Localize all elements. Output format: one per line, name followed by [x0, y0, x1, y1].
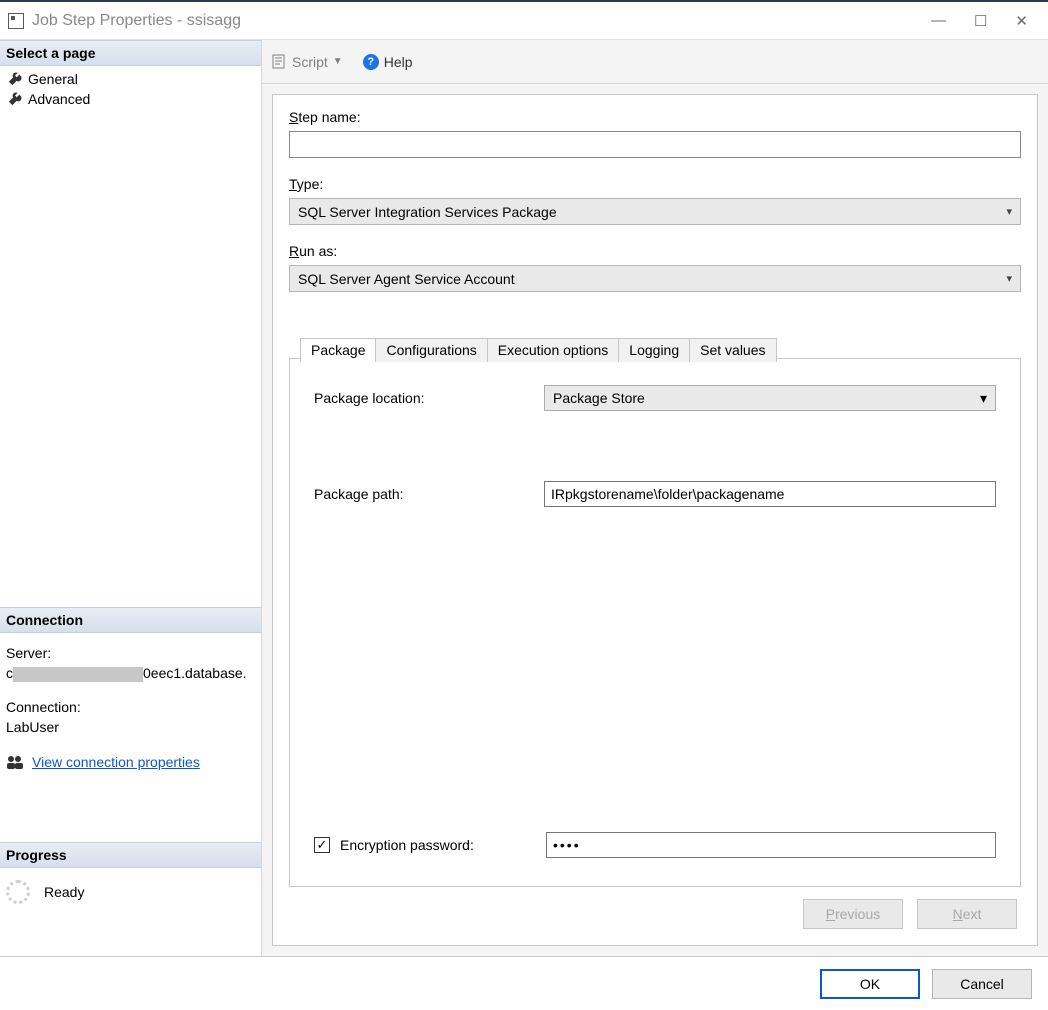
package-path-label: Package path: — [314, 486, 544, 502]
previous-button[interactable]: Previous — [803, 899, 903, 929]
tab-set-values[interactable]: Set values — [689, 338, 776, 362]
run-as-combo[interactable]: SQL Server Agent Service Account ▾ — [289, 265, 1021, 292]
step-name-label: Step name: — [289, 109, 1021, 125]
title-bar: Job Step Properties - ssisagg — ☐ ✕ — [0, 0, 1048, 40]
run-as-label: Run as: — [289, 243, 1021, 259]
package-location-combo[interactable]: Package Store ▾ — [544, 385, 996, 411]
step-name-input[interactable] — [289, 131, 1021, 158]
tab-logging[interactable]: Logging — [618, 338, 690, 362]
server-label: Server: — [6, 643, 255, 663]
dialog-footer: OK Cancel — [0, 956, 1048, 1010]
nav-item-label: General — [28, 71, 78, 87]
ok-button[interactable]: OK — [820, 969, 920, 999]
minimize-button[interactable]: — — [931, 12, 946, 30]
connection-header: Connection — [0, 607, 261, 633]
script-icon — [272, 54, 287, 69]
package-location-label: Package location: — [314, 390, 544, 406]
next-button[interactable]: Next — [917, 899, 1017, 929]
wrench-icon — [8, 72, 22, 86]
wrench-icon — [8, 92, 22, 106]
left-panel: Select a page General Advanced Connectio… — [0, 40, 262, 956]
right-panel: Script ▼ ? Help Step name: Type: SQL Ser… — [262, 40, 1048, 956]
connection-label: Connection: — [6, 697, 255, 717]
close-button[interactable]: ✕ — [1015, 12, 1028, 30]
chevron-down-icon: ▾ — [1006, 272, 1012, 285]
redacted-block — [13, 667, 143, 682]
package-path-input[interactable] — [544, 481, 996, 507]
progress-header: Progress — [0, 842, 261, 868]
connection-value: LabUser — [6, 717, 255, 737]
encryption-checkbox[interactable]: ✓ — [314, 837, 330, 853]
server-value: c0eec1.database. — [6, 663, 255, 683]
type-value: SQL Server Integration Services Package — [298, 204, 557, 220]
connection-body: Server: c0eec1.database. Connection: Lab… — [0, 633, 261, 782]
tab-package[interactable]: Package — [300, 338, 376, 362]
script-button[interactable]: Script ▼ — [272, 54, 343, 70]
chevron-down-icon: ▾ — [980, 390, 987, 407]
view-connection-properties-link[interactable]: View connection properties — [32, 752, 200, 772]
help-button[interactable]: ? Help — [363, 54, 413, 70]
help-icon: ? — [363, 54, 379, 70]
tab-configurations[interactable]: Configurations — [375, 338, 487, 362]
select-page-header: Select a page — [0, 40, 261, 66]
people-icon — [6, 754, 24, 770]
nav-item-general[interactable]: General — [4, 69, 257, 89]
run-as-value: SQL Server Agent Service Account — [298, 271, 515, 287]
window-title: Job Step Properties - ssisagg — [32, 12, 931, 30]
cancel-button[interactable]: Cancel — [932, 969, 1032, 999]
package-location-value: Package Store — [553, 390, 645, 406]
nav-item-advanced[interactable]: Advanced — [4, 89, 257, 109]
content-area: Step name: Type: SQL Server Integration … — [272, 94, 1038, 946]
tab-execution-options[interactable]: Execution options — [487, 338, 620, 362]
chevron-down-icon: ▼ — [333, 56, 343, 67]
spinner-icon — [6, 880, 30, 904]
chevron-down-icon: ▾ — [1006, 205, 1012, 218]
encryption-password-label: Encryption password: — [340, 837, 546, 853]
progress-status: Ready — [44, 884, 84, 900]
app-icon — [8, 13, 24, 29]
maximize-button[interactable]: ☐ — [974, 12, 987, 30]
nav-item-label: Advanced — [28, 91, 90, 107]
type-label: Type: — [289, 176, 1021, 192]
tab-container: Package Configurations Execution options… — [289, 358, 1021, 887]
encryption-password-input[interactable] — [546, 832, 996, 858]
toolbar: Script ▼ ? Help — [262, 40, 1048, 84]
type-combo[interactable]: SQL Server Integration Services Package … — [289, 198, 1021, 225]
